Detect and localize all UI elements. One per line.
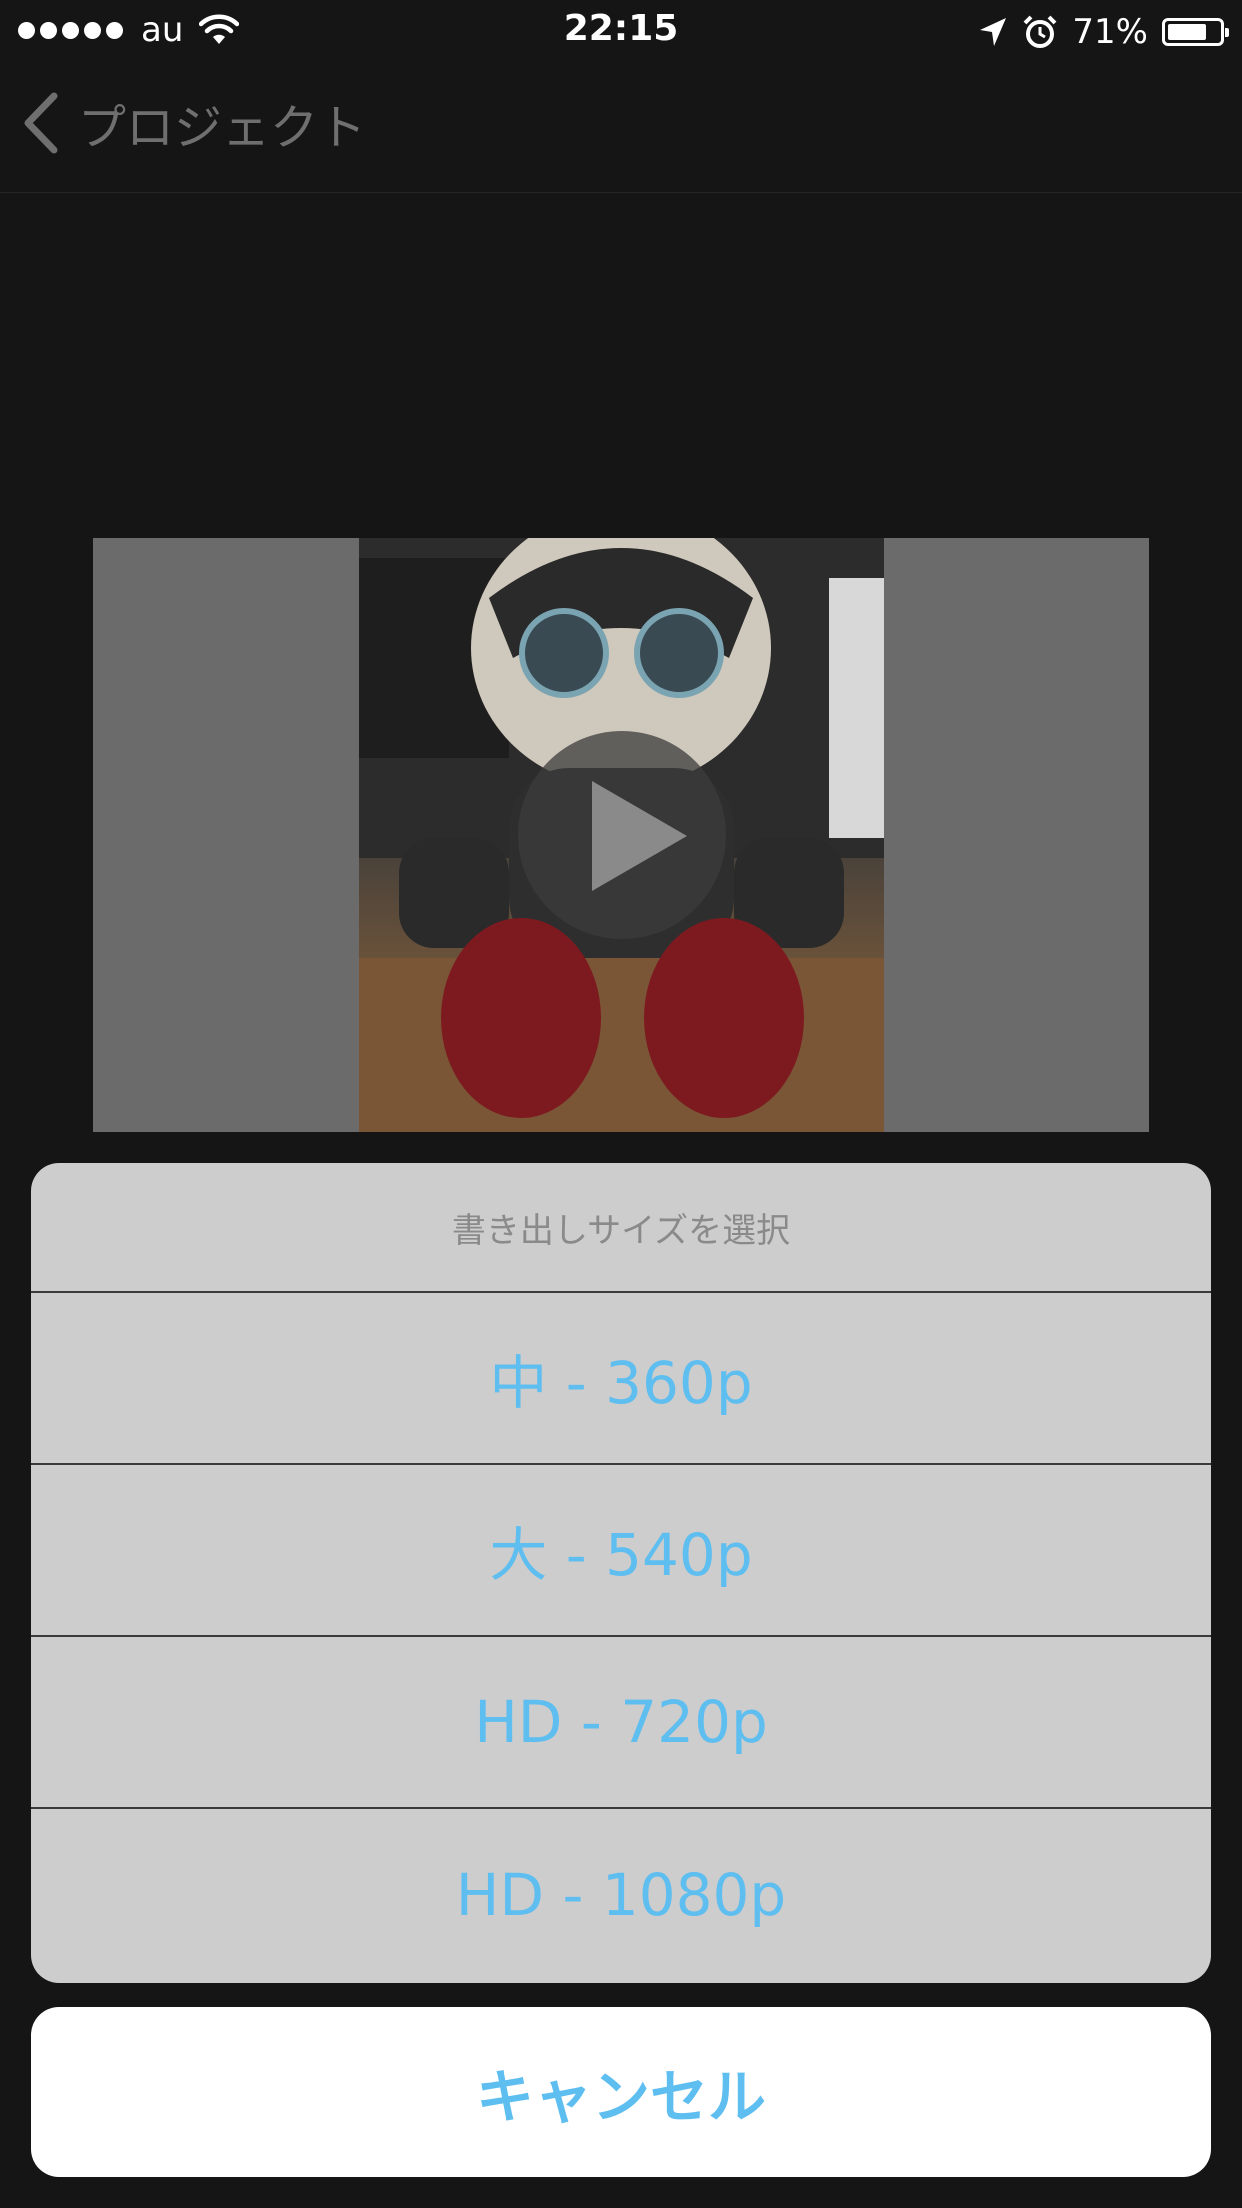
action-sheet-title: 書き出しサイズを選択 [31,1163,1211,1293]
option-360p-button[interactable]: 中 - 360p [31,1293,1211,1465]
location-arrow-icon [980,18,1007,46]
back-button-label: プロジェクト [78,100,367,156]
play-icon[interactable] [517,731,726,939]
status-bar: au 22:15 71% [0,0,1242,62]
status-right: 71% [978,12,1229,52]
option-720p-button[interactable]: HD - 720p [31,1637,1211,1809]
alarm-clock-icon [1024,15,1057,48]
back-button[interactable]: プロジェクト [20,88,366,158]
chevron-left-icon [24,92,58,154]
export-size-action-sheet: 書き出しサイズを選択 中 - 360p 大 - 540p HD - 720p H… [31,1163,1211,1983]
video-thumbnail [359,538,884,1132]
option-540p-button[interactable]: 大 - 540p [31,1465,1211,1637]
video-preview[interactable] [93,538,1149,1132]
navigation-bar: プロジェクト [0,62,1242,193]
battery-icon [1162,18,1229,46]
option-1080p-button[interactable]: HD - 1080p [31,1809,1211,1981]
battery-percent: 71% [1072,12,1148,52]
cancel-button[interactable]: キャンセル [31,2007,1211,2177]
